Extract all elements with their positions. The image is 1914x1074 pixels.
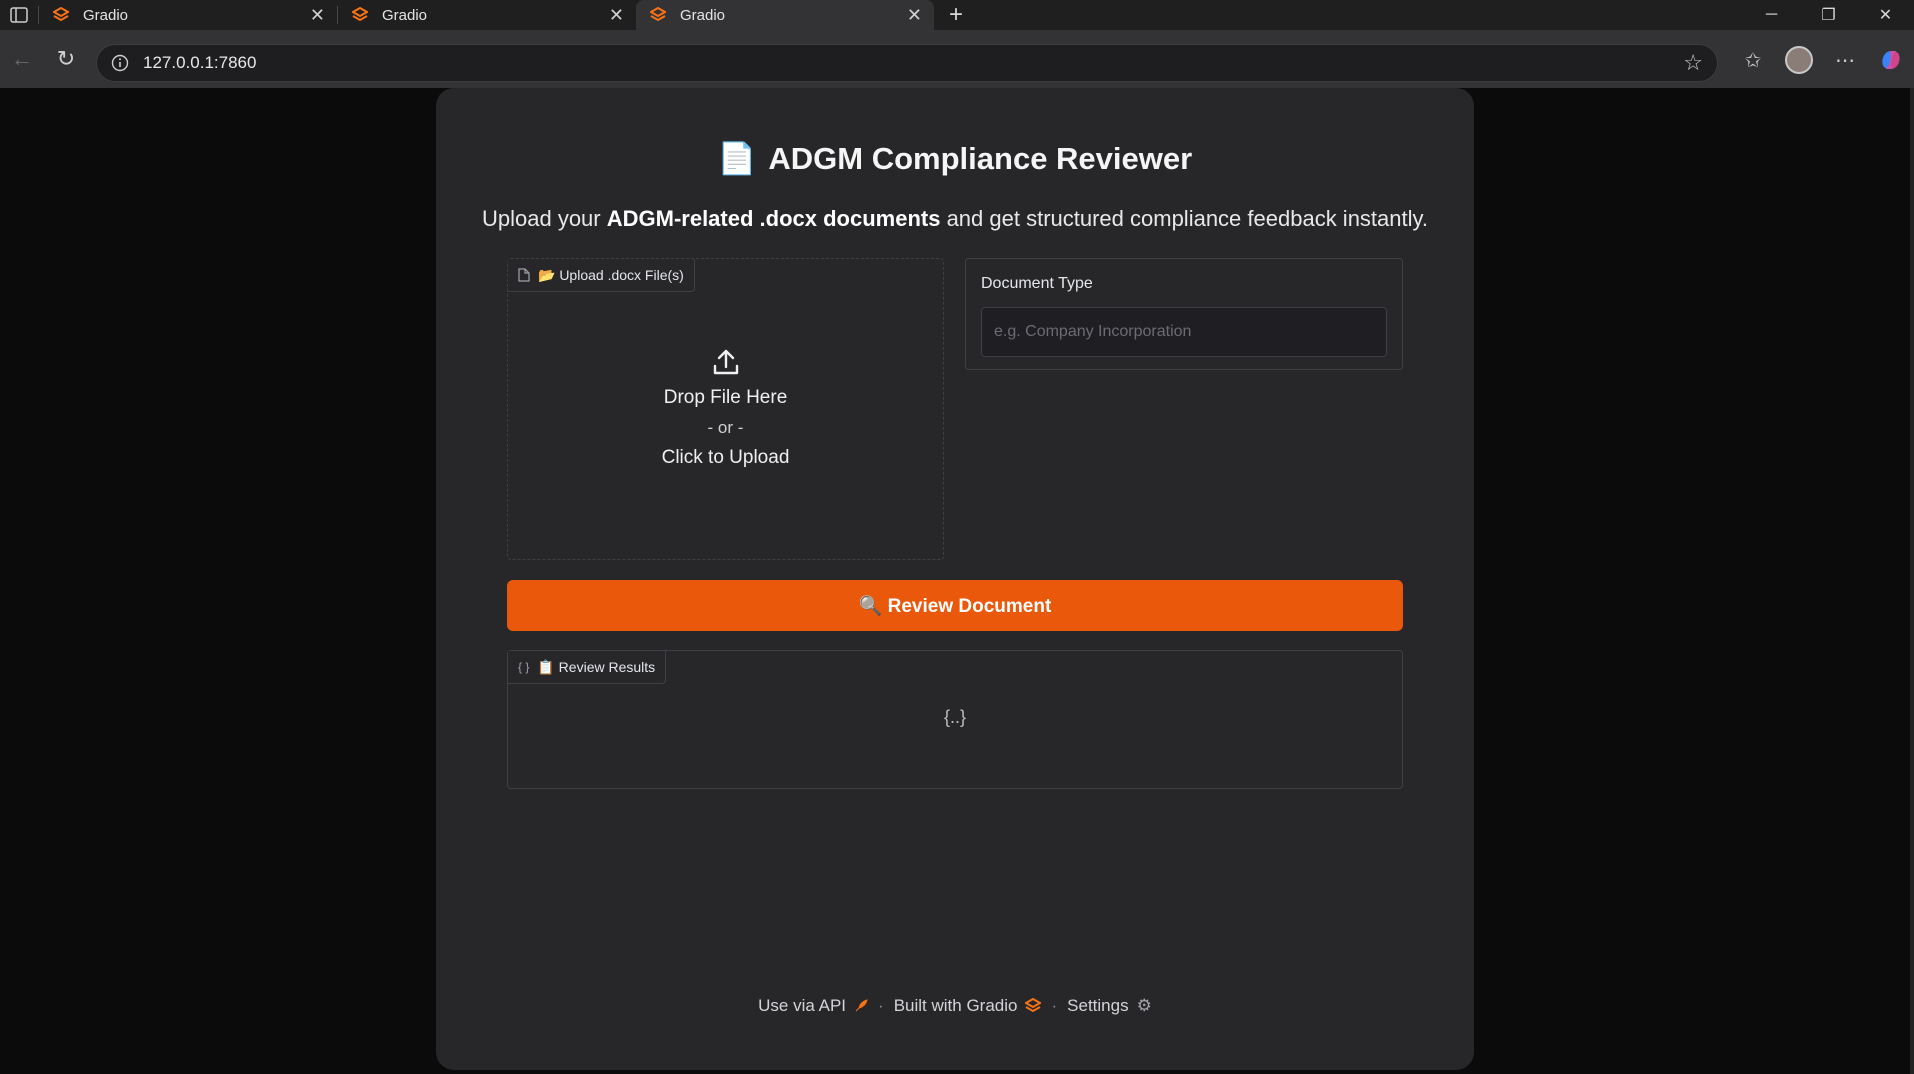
file-icon — [518, 268, 530, 282]
built-with-gradio-text: Built with Gradio — [893, 996, 1018, 1015]
new-tab-icon[interactable]: + — [938, 0, 974, 30]
tab-strip: Gradio ✕ Gradio ✕ Gradio ✕ + ─ ❐ ✕ — [0, 0, 1914, 30]
document-type-block: Document Type — [965, 258, 1403, 370]
built-with-gradio-link[interactable]: Built with Gradio — [894, 996, 1042, 1016]
footer-separator: · — [878, 996, 884, 1015]
site-info-icon[interactable] — [111, 54, 129, 72]
close-window-icon[interactable]: ✕ — [1857, 0, 1914, 30]
browser-toolbar: ← ↻ 127.0.0.1:7860 ☆ ✩ ⋯ — [0, 30, 1914, 88]
profile-avatar[interactable] — [1776, 38, 1822, 82]
upload-block-label: 📂 Upload .docx File(s) — [508, 259, 695, 292]
reload-icon[interactable]: ↻ — [44, 37, 88, 81]
avatar — [1785, 46, 1813, 74]
subtitle-bold: ADGM-related .docx documents — [606, 206, 941, 231]
tab-title: Gradio — [83, 6, 129, 24]
subtitle-post: and get structured compliance feedback i… — [940, 206, 1428, 231]
rocket-icon — [855, 999, 868, 1012]
subtitle-pre: Upload your — [481, 206, 607, 231]
upload-icon — [713, 349, 738, 375]
page-viewport: 📄 ADGM Compliance Reviewer Upload your A… — [0, 88, 1914, 1074]
back-icon[interactable]: ← — [0, 37, 44, 81]
tab-close-icon[interactable]: ✕ — [310, 6, 325, 24]
gradio-logo-icon — [1025, 998, 1042, 1013]
tab-actions-icon[interactable] — [0, 0, 38, 30]
results-block-label: { } 📋 Review Results — [508, 651, 667, 684]
favorites-icon[interactable]: ✩ — [1730, 38, 1776, 82]
gradio-favicon-icon — [650, 7, 666, 22]
json-icon: { } — [518, 660, 530, 674]
drop-file-text: Drop File Here — [663, 387, 788, 408]
favorite-star-icon[interactable]: ☆ — [1683, 50, 1703, 76]
settings-text: Settings — [1067, 996, 1129, 1015]
json-empty-icon: {..} — [943, 707, 967, 727]
tab-close-icon[interactable]: ✕ — [609, 6, 624, 24]
document-emoji-icon: 📄 — [717, 141, 757, 176]
review-document-button[interactable]: 🔍 Review Document — [507, 580, 1403, 631]
gradio-footer: Use via API · Built with Gradio · Settin… — [436, 996, 1474, 1016]
gear-icon: ⚙ — [1136, 996, 1152, 1015]
review-results-block: { } 📋 Review Results {..} — [507, 650, 1403, 789]
upload-label-text: 📂 Upload .docx File(s) — [538, 266, 684, 283]
settings-link[interactable]: Settings ⚙ — [1067, 996, 1152, 1016]
tab-title: Gradio — [680, 6, 726, 24]
minimize-icon[interactable]: ─ — [1743, 0, 1800, 30]
drop-area[interactable]: Drop File Here - or - Click to Upload — [508, 347, 943, 473]
click-to-upload-text: Click to Upload — [661, 447, 790, 468]
browser-tab[interactable]: Gradio ✕ — [39, 0, 337, 30]
toolbar-right: ✩ ⋯ — [1730, 38, 1914, 82]
page-title: 📄 ADGM Compliance Reviewer — [436, 140, 1474, 177]
gradio-favicon-icon — [352, 7, 368, 22]
page-subtitle: Upload your ADGM-related .docx documents… — [436, 206, 1474, 232]
document-type-label: Document Type — [981, 275, 1093, 292]
gradio-app-container: 📄 ADGM Compliance Reviewer Upload your A… — [436, 88, 1474, 1070]
scrollbar[interactable] — [1910, 88, 1914, 1074]
results-label-text: 📋 Review Results — [537, 658, 656, 675]
tab-close-icon[interactable]: ✕ — [907, 6, 922, 24]
browser-tab[interactable]: Gradio ✕ — [338, 0, 636, 30]
file-upload-dropzone[interactable]: 📂 Upload .docx File(s) Drop File Here - … — [507, 258, 944, 560]
page-title-text: ADGM Compliance Reviewer — [768, 140, 1193, 176]
document-type-input[interactable] — [981, 307, 1387, 357]
copilot-icon[interactable] — [1868, 38, 1914, 82]
use-via-api-text: Use via API — [758, 996, 847, 1015]
browser-tab-active[interactable]: Gradio ✕ — [636, 0, 934, 30]
address-bar[interactable]: 127.0.0.1:7860 ☆ — [96, 44, 1718, 82]
or-text: - or - — [707, 418, 744, 437]
gradio-favicon-icon — [53, 7, 69, 22]
use-via-api-link[interactable]: Use via API — [758, 996, 868, 1016]
review-button-label: 🔍 Review Document — [858, 595, 1052, 617]
restore-icon[interactable]: ❐ — [1800, 0, 1857, 30]
more-icon[interactable]: ⋯ — [1822, 38, 1868, 82]
tab-title: Gradio — [382, 6, 428, 24]
url-text[interactable]: 127.0.0.1:7860 — [143, 53, 1683, 73]
footer-separator: · — [1051, 996, 1058, 1015]
window-controls: ─ ❐ ✕ — [1743, 0, 1914, 30]
